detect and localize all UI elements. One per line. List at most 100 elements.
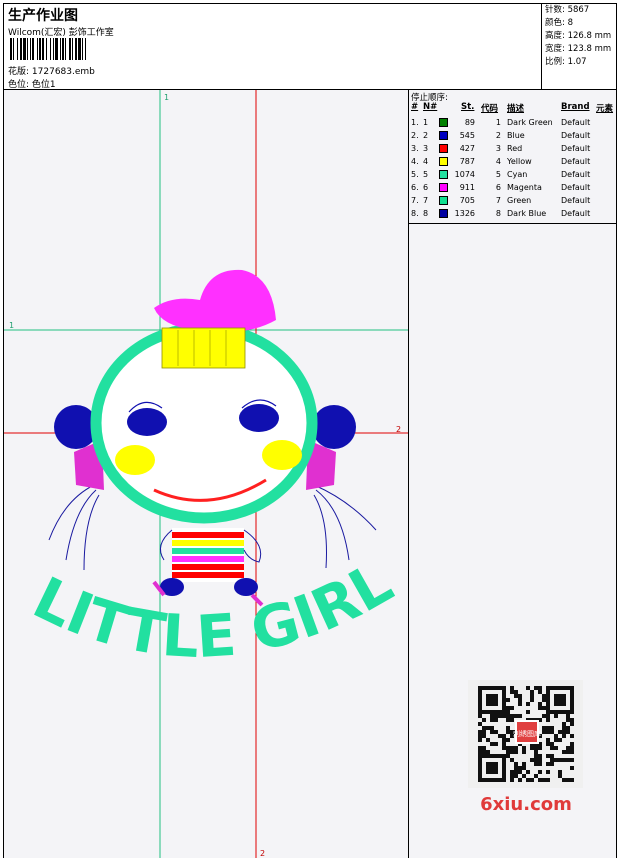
cell-st: 89	[464, 118, 475, 127]
cell-st: 705	[459, 196, 475, 205]
sheet-header: 生产作业图 Wilcom(汇宏) 彭饰工作室 花版: 1727683.emb 色…	[4, 4, 616, 90]
cell-n: 7	[423, 196, 429, 205]
cell-st: 427	[459, 144, 475, 153]
cell-idx: 7.	[411, 196, 419, 205]
color-swatch	[439, 144, 448, 153]
cell-code: 7	[495, 196, 501, 205]
right-cheek	[262, 440, 302, 470]
cell-code: 3	[495, 144, 501, 153]
cell-code: 6	[495, 183, 501, 192]
barcode	[10, 38, 86, 60]
table-row: 8. 8 1326 8 Dark Blue Default	[409, 207, 616, 220]
cell-desc: Blue	[507, 131, 525, 140]
cell-desc: Green	[507, 196, 532, 205]
color-table: # N# St. 代码 描述 Brand 元素 1. 1 89 1 Dark Green…	[409, 102, 616, 224]
cell-brand: Default	[561, 209, 591, 218]
body	[159, 528, 262, 582]
company-name: Wilcom(汇宏) 彭饰工作室	[8, 28, 114, 38]
cell-brand: Default	[561, 131, 591, 140]
cell-idx: 6.	[411, 183, 419, 192]
cell-st: 911	[459, 183, 475, 192]
cell-desc: Dark Green	[507, 118, 553, 127]
color-swatch	[439, 131, 448, 140]
cell-n: 1	[423, 118, 429, 127]
cell-brand: Default	[561, 157, 591, 166]
cell-st: 1326	[454, 209, 475, 218]
guide-label-left: 1	[9, 321, 14, 330]
svg-text:刺绣图库: 刺绣图库	[513, 729, 541, 738]
guide-label-bottom: 2	[260, 849, 265, 858]
guide-label-right: 2	[396, 425, 401, 434]
col-n: N#	[423, 102, 438, 112]
cell-n: 6	[423, 183, 429, 192]
design-canvas: 1 1 2 2 LITTLE GIRL	[4, 90, 409, 858]
cell-n: 2	[423, 131, 429, 140]
cell-n: 4	[423, 157, 429, 166]
guide-label-top: 1	[164, 93, 169, 102]
col-stitches: St.	[461, 102, 475, 112]
file-name-line: 花版: 1727683.emb	[8, 64, 95, 77]
col-brand: Brand	[561, 102, 590, 112]
cell-n: 5	[423, 170, 429, 179]
stat-height: 高度: 126.8 mm	[545, 31, 612, 41]
color-swatch	[439, 183, 448, 192]
cell-n: 8	[423, 209, 429, 218]
watermark-site: 6xiu.com	[480, 794, 572, 815]
col-index: #	[411, 102, 419, 112]
cell-desc: Magenta	[507, 183, 542, 192]
embroidery-design: 1 1 2 2 LITTLE GIRL	[4, 90, 408, 858]
cell-st: 787	[459, 157, 475, 166]
table-row: 7. 7 705 7 Green Default	[409, 194, 616, 207]
table-row: 5. 5 1074 5 Cyan Default	[409, 168, 616, 181]
cell-code: 4	[495, 157, 501, 166]
file-label: 花版:	[8, 67, 30, 77]
stats-box: 针数: 5867 颜色: 8 高度: 126.8 mm 宽度: 123.8 mm…	[541, 4, 617, 89]
cell-brand: Default	[561, 183, 591, 192]
color-swatch	[439, 196, 448, 205]
cell-idx: 3.	[411, 144, 419, 153]
cell-idx: 5.	[411, 170, 419, 179]
stat-width: 宽度: 123.8 mm	[545, 44, 612, 54]
cell-st: 1074	[454, 170, 475, 179]
cell-desc: Dark Blue	[507, 209, 547, 218]
page-title: 生产作业图	[8, 8, 78, 24]
cell-brand: Default	[561, 144, 591, 153]
file-name: 1727683.emb	[31, 67, 95, 77]
stat-colors: 颜色: 8	[545, 18, 573, 28]
color-label: 色位:	[8, 80, 30, 90]
color-swatch	[439, 157, 448, 166]
color-swatch	[439, 209, 448, 218]
color-swatch	[439, 118, 448, 127]
cell-brand: Default	[561, 196, 591, 205]
table-row: 4. 4 787 4 Yellow Default	[409, 155, 616, 168]
cell-desc: Red	[507, 144, 523, 153]
cell-idx: 8.	[411, 209, 419, 218]
cell-n: 3	[423, 144, 429, 153]
cell-brand: Default	[561, 118, 591, 127]
cell-desc: Yellow	[507, 157, 532, 166]
table-row: 6. 6 911 6 Magenta Default	[409, 181, 616, 194]
col-description: 描述	[507, 104, 525, 114]
watermark: 刺绣图库 6xiu.com	[468, 680, 583, 820]
stat-stitches: 针数: 5867	[545, 5, 590, 15]
left-cheek	[115, 445, 155, 475]
table-row: 3. 3 427 3 Red Default	[409, 142, 616, 155]
cell-desc: Cyan	[507, 170, 528, 179]
cell-idx: 4.	[411, 157, 419, 166]
table-row: 1. 1 89 1 Dark Green Default	[409, 116, 616, 129]
cell-code: 5	[495, 170, 501, 179]
cell-idx: 2.	[411, 131, 419, 140]
cell-st: 545	[459, 131, 475, 140]
cell-code: 1	[495, 118, 501, 127]
color-position-line: 色位: 色位1	[8, 77, 56, 90]
cell-idx: 1.	[411, 118, 419, 127]
col-code: 代码	[481, 104, 499, 114]
table-row: 2. 2 545 2 Blue Default	[409, 129, 616, 142]
cell-code: 8	[495, 209, 501, 218]
stat-scale: 比例: 1.07	[545, 57, 587, 67]
color-value: 色位1	[31, 80, 56, 90]
col-element: 元素	[596, 104, 614, 114]
cell-brand: Default	[561, 170, 591, 179]
color-swatch	[439, 170, 448, 179]
cell-code: 2	[495, 131, 501, 140]
